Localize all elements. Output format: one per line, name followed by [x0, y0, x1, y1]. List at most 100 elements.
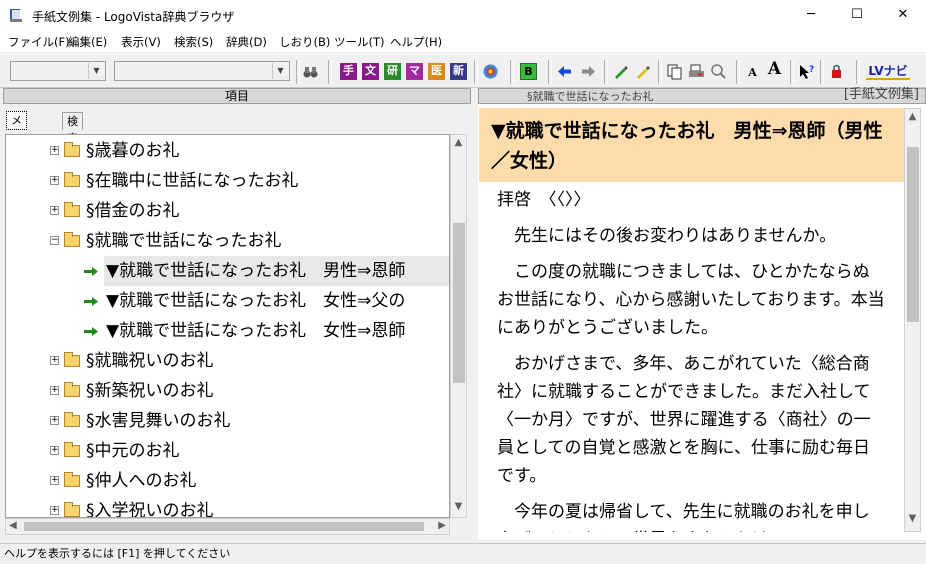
tree-entry[interactable]: ▼就職で世話になったお礼 男性⇒恩師: [6, 256, 449, 286]
tree-item-label: §新築祝いのお礼: [86, 381, 214, 401]
tree-item[interactable]: + §仲人へのお礼: [6, 466, 449, 496]
expand-icon[interactable]: +: [50, 386, 59, 395]
expand-icon[interactable]: +: [50, 176, 59, 185]
menu-file[interactable]: ファイル(F): [8, 34, 70, 50]
scroll-left-icon[interactable]: ◀: [9, 520, 17, 531]
toolbar-separator: [474, 60, 478, 84]
tree-vertical-scrollbar[interactable]: ▲ ▼: [450, 134, 467, 518]
menu-view[interactable]: 表示(V): [121, 34, 161, 50]
dict-button-5[interactable]: 医: [428, 63, 445, 80]
help-pointer-icon[interactable]: ?: [798, 63, 815, 80]
toolbar-separator: [658, 60, 662, 84]
content-vertical-scrollbar[interactable]: ▲ ▼: [904, 108, 921, 532]
dict-button-6[interactable]: 新: [450, 63, 467, 80]
font-larger-button[interactable]: A: [766, 61, 783, 78]
back-arrow-icon[interactable]: [556, 63, 573, 80]
tree-horizontal-scrollbar[interactable]: ◀ ▶: [5, 518, 450, 535]
close-button[interactable]: ✕: [880, 0, 926, 30]
tab-menu[interactable]: メニュー: [6, 111, 27, 178]
expand-icon[interactable]: +: [50, 416, 59, 425]
tree-item-label: §就職で世話になったお礼: [86, 231, 282, 251]
pencil-icon[interactable]: [634, 63, 651, 80]
entry-title: ▼就職で世話になったお礼 男性⇒恩師（男性／女性）: [491, 120, 883, 172]
content-pane: ▼就職で世話になったお礼 男性⇒恩師（男性／女性） 拝啓 〈〈〉〉 先生にはその…: [478, 104, 926, 540]
toolbar: ▼ ▼ 手 文 研 マ 医 新 B A A ? LVナビ: [0, 54, 926, 88]
menu-edit[interactable]: 編集(E): [68, 34, 107, 50]
scroll-down-icon[interactable]: ▼: [905, 513, 920, 529]
tab-search-results[interactable]: 検索結果: [62, 112, 83, 179]
tree-item-label: §歳暮のお礼: [86, 141, 180, 161]
toolbar-separator: [790, 60, 794, 84]
expand-icon[interactable]: +: [50, 206, 59, 215]
b-button[interactable]: B: [520, 63, 537, 80]
expand-icon[interactable]: +: [50, 506, 59, 515]
tree-item[interactable]: + §水害見舞いのお礼: [6, 406, 449, 436]
search-input[interactable]: ▼: [114, 61, 290, 81]
tree-item[interactable]: + §歳暮のお礼: [6, 136, 449, 166]
marker-icon[interactable]: [612, 63, 629, 80]
dict-button-4[interactable]: マ: [406, 63, 423, 80]
tree-item[interactable]: + §中元のお礼: [6, 436, 449, 466]
status-bar: ヘルプを表示するには [F1] を押してください: [0, 543, 926, 564]
title-bar: 手紙文例集 - LogoVista辞典ブラウザ ─ ☐ ✕: [0, 0, 926, 30]
binoculars-icon[interactable]: [302, 63, 319, 80]
menu-search[interactable]: 検索(S): [174, 34, 213, 50]
tree-item-label: §仲人へのお礼: [86, 471, 197, 491]
dict-button-1[interactable]: 手: [340, 63, 357, 80]
menu-bookmark[interactable]: しおり(B): [279, 34, 330, 50]
lock-icon[interactable]: [828, 63, 845, 80]
tree-item[interactable]: + §在職中に世話になったお礼: [6, 166, 449, 196]
scroll-down-icon[interactable]: ▼: [451, 501, 466, 517]
maximize-button[interactable]: ☐: [834, 0, 880, 30]
menu-tools[interactable]: ツール(T): [334, 34, 385, 50]
dictionary-select[interactable]: ▼: [10, 61, 106, 81]
lv-navi-button[interactable]: LVナビ: [866, 63, 910, 80]
folder-icon: [64, 502, 80, 517]
folder-icon: [64, 412, 80, 427]
print-icon[interactable]: [688, 63, 705, 80]
chevron-down-icon[interactable]: ▼: [88, 63, 104, 79]
copy-icon[interactable]: [666, 63, 683, 80]
tree-item[interactable]: + §入学祝いのお礼: [6, 496, 449, 518]
tree-item[interactable]: + §借金のお礼: [6, 196, 449, 226]
tree-item-label: §入学祝いのお礼: [86, 501, 214, 518]
folder-icon: [64, 172, 80, 187]
items-pane-header: 項目: [3, 88, 471, 104]
tree-item[interactable]: − §就職で世話になったお礼: [6, 226, 449, 256]
tree-item[interactable]: + §新築祝いのお礼: [6, 376, 449, 406]
scroll-up-icon[interactable]: ▲: [451, 137, 466, 153]
collapse-icon[interactable]: −: [50, 236, 59, 245]
dict-button-2[interactable]: 文: [362, 63, 379, 80]
dict-button-3[interactable]: 研: [384, 63, 401, 80]
tree-item-label: §水害見舞いのお礼: [86, 411, 231, 431]
menu-help[interactable]: ヘルプ(H): [390, 34, 442, 50]
scroll-right-icon[interactable]: ▶: [438, 520, 446, 531]
globe-icon[interactable]: [482, 63, 499, 80]
toolbar-separator: [820, 60, 824, 84]
tree-entry[interactable]: ▼就職で世話になったお礼 女性⇒恩師: [6, 316, 449, 346]
menu-tree: + §歳暮のお礼 + §在職中に世話になったお礼 + §借金のお礼 − §就職で…: [5, 134, 450, 518]
menu-dictionary[interactable]: 辞典(D): [226, 34, 267, 50]
toolbar-separator: [736, 60, 740, 84]
forward-arrow-icon[interactable]: [580, 63, 597, 80]
body-paragraph: 先生にはその後お変わりはありませんか。: [497, 226, 837, 246]
chevron-down-icon[interactable]: ▼: [272, 63, 288, 79]
arrow-right-icon: [84, 297, 98, 306]
minimize-button[interactable]: ─: [788, 0, 834, 30]
scrollbar-thumb[interactable]: [907, 147, 919, 322]
font-smaller-button[interactable]: A: [744, 65, 761, 82]
scrollbar-thumb[interactable]: [24, 522, 424, 531]
scrollbar-thumb[interactable]: [453, 223, 465, 383]
tree-item-label: §借金のお礼: [86, 201, 180, 221]
tree-item[interactable]: + §就職祝いのお礼: [6, 346, 449, 376]
zoom-icon[interactable]: [710, 63, 727, 80]
scroll-up-icon[interactable]: ▲: [905, 111, 920, 127]
tree-entry[interactable]: ▼就職で世話になったお礼 女性⇒父の: [6, 286, 449, 316]
expand-icon[interactable]: +: [50, 146, 59, 155]
expand-icon[interactable]: +: [50, 476, 59, 485]
expand-icon[interactable]: +: [50, 356, 59, 365]
svg-text:?: ?: [809, 65, 814, 75]
toolbar-separator: [548, 60, 552, 84]
body-paragraph: この度の就職につきましては、ひとかたならぬお世話になり、心から感謝いたしておりま…: [497, 262, 885, 338]
expand-icon[interactable]: +: [50, 446, 59, 455]
